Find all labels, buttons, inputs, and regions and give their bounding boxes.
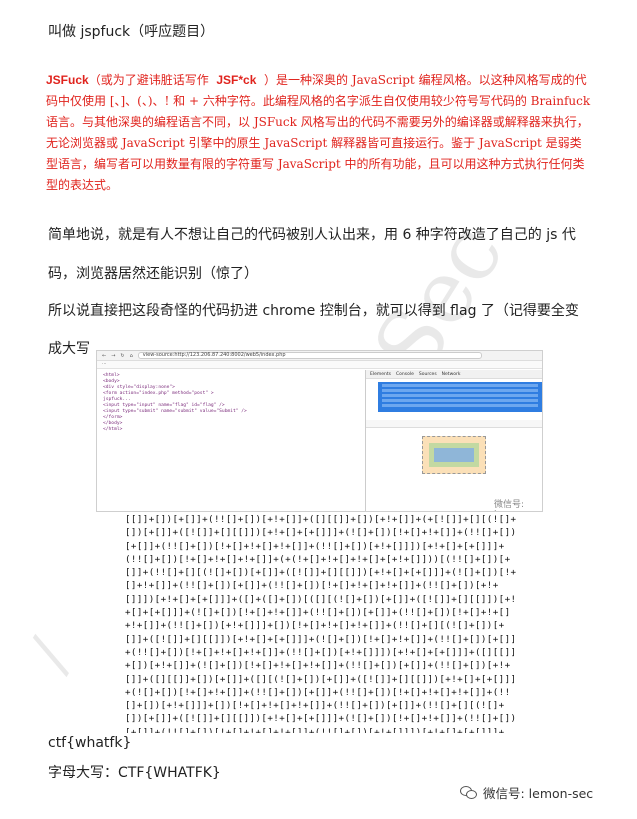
wechat-watermark: 微信号: lemon-sec xyxy=(460,783,593,802)
devtools-tab: Console xyxy=(395,371,414,377)
wechat-icon xyxy=(460,785,478,800)
devtools-tab: Network xyxy=(441,371,461,377)
heading: 叫做 jspfuck（呼应题目） xyxy=(48,24,215,40)
term-jsfuck: JSFuck xyxy=(46,73,89,87)
selected-element-highlight xyxy=(378,382,542,412)
quote-body: ）是一种深奥的 JavaScript 编程风格。以这种风格写成的代码中仅使用 [… xyxy=(46,73,591,192)
source-line: </html> xyxy=(103,427,123,432)
quote-pre: （或为了避讳脏话写作 xyxy=(88,73,209,87)
styles-tabs xyxy=(366,420,542,428)
flag-result: ctf{whatfk} xyxy=(48,735,132,751)
browser-screenshot: ← → ↻ ⌂ view-source:http://123.206.87.24… xyxy=(96,350,543,512)
back-icon: ← xyxy=(102,352,107,359)
devtools-tab: Elements xyxy=(370,371,391,377)
term-alt: JSF*ck xyxy=(216,73,257,87)
devtools-panel: Elements Console Sources Network 微信号: le… xyxy=(365,370,542,511)
screenshot-watermark: 微信号: lemon-sec xyxy=(494,500,540,511)
devtools-tab: Sources xyxy=(418,371,437,377)
home-icon: ⌂ xyxy=(129,352,133,359)
bookmarks-bar: ⋯ xyxy=(97,361,542,369)
flag-uppercase: 字母大写：CTF{WHATFK} xyxy=(48,765,221,781)
forward-icon: → xyxy=(111,352,116,359)
browser-toolbar: ← → ↻ ⌂ view-source:http://123.206.87.24… xyxy=(97,351,542,361)
reload-icon: ↻ xyxy=(120,352,125,359)
jsfuck-code: [[]]+[])[+[]]+(!![]+[])[+!+[]]+([][[]]+[… xyxy=(125,514,517,733)
box-model-diagram xyxy=(422,436,486,474)
address-bar: view-source:http://123.206.87.240:8002/w… xyxy=(137,352,482,359)
jsfuck-code-image: [[]]+[])[+[]]+(!![]+[])[+!+[]]+([][[]]+[… xyxy=(125,513,517,733)
devtools-tabs: Elements Console Sources Network xyxy=(366,370,542,379)
wechat-id: 微信号: lemon-sec xyxy=(483,786,594,801)
jsfuck-definition: JSFuck（或为了避讳脏话写作 JSF*ck ）是一种深奥的 JavaScri… xyxy=(46,70,593,196)
explanation-paragraph: 简单地说，就是有人不想让自己的代码被别人认出来，用 6 种字符改造了自己的 js… xyxy=(48,227,576,282)
page-source: <html> <body> <div style="display:none">… xyxy=(103,373,351,433)
